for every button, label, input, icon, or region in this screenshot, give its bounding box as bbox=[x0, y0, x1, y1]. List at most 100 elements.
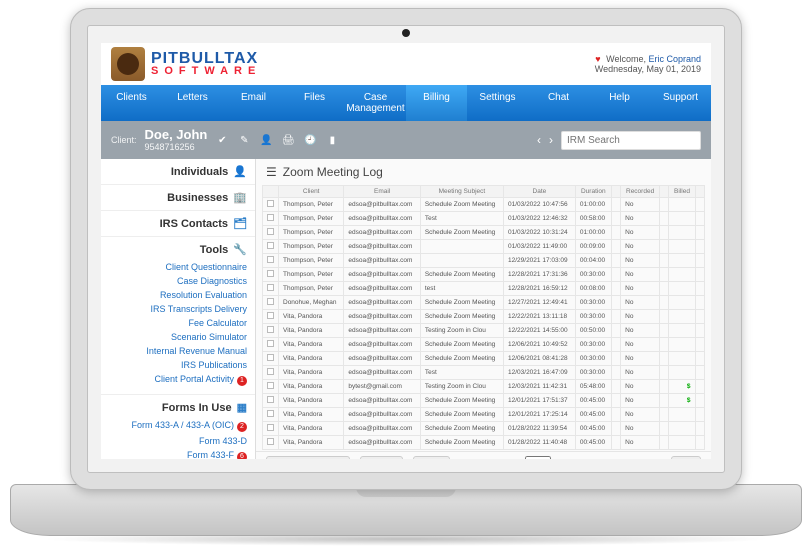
form-form-433-d[interactable]: Form 433-D bbox=[109, 434, 247, 448]
nav-settings[interactable]: Settings bbox=[467, 85, 528, 121]
client-label: Client: bbox=[111, 135, 137, 145]
client-bar: Client: Doe, John 9548716256 ✔ ✎ 👤 🖨 🕘 ▮… bbox=[101, 121, 711, 159]
welcome-block: ♥ Welcome, Eric Coprand Wednesday, May 0… bbox=[595, 54, 701, 74]
sidebar-section-tools[interactable]: Tools 🔧 bbox=[109, 243, 247, 256]
header-date: Wednesday, May 01, 2019 bbox=[595, 64, 701, 74]
pager-size[interactable]: ▾ bbox=[525, 456, 557, 459]
table-row[interactable]: Thompson, Peteredsoa@pitbulltax.comtest1… bbox=[263, 282, 705, 296]
client-number: 9548716256 bbox=[145, 142, 195, 152]
app-header: PITBULLTAX SOFTWARE ♥ Welcome, Eric Copr… bbox=[101, 43, 711, 85]
table-row[interactable]: Vita, Pandoraedsoa@pitbulltax.comSchedul… bbox=[263, 394, 705, 408]
nav-billing[interactable]: Billing bbox=[406, 85, 467, 121]
welcome-username[interactable]: Eric Coprand bbox=[648, 54, 701, 64]
nav-help[interactable]: Help bbox=[589, 85, 650, 121]
nav-support[interactable]: Support bbox=[650, 85, 711, 121]
heart-icon[interactable]: ♥ bbox=[595, 54, 600, 64]
add-meeting-button[interactable]: + Add New Meeting bbox=[266, 456, 350, 459]
tool-irs-publications[interactable]: IRS Publications bbox=[109, 358, 247, 372]
add-person-icon[interactable]: 👤 bbox=[259, 135, 273, 146]
forms-icon: ▦ bbox=[237, 401, 247, 414]
panel-title-row: ☰ Zoom Meeting Log bbox=[256, 159, 711, 185]
forms-label: Forms In Use bbox=[162, 402, 232, 414]
sidebar-section-forms[interactable]: Forms In Use ▦ bbox=[109, 401, 247, 414]
nav-clients[interactable]: Clients bbox=[101, 85, 162, 121]
check-icon[interactable]: ✔ bbox=[215, 135, 229, 146]
edit-icon[interactable]: ✎ bbox=[237, 135, 251, 146]
tools-label: Tools bbox=[200, 244, 229, 256]
col-duration[interactable]: Duration bbox=[575, 186, 611, 198]
prev-client-icon[interactable]: ‹ bbox=[537, 133, 541, 147]
table-row[interactable]: Thompson, Peteredsoa@pitbulltax.com01/03… bbox=[263, 240, 705, 254]
badge: 6 bbox=[237, 452, 247, 459]
tool-client-portal-activity[interactable]: Client Portal Activity1 bbox=[109, 372, 247, 388]
col-blank[interactable] bbox=[660, 186, 669, 198]
col-recorded[interactable]: Recorded bbox=[621, 186, 660, 198]
tool-internal-revenue-manual[interactable]: Internal Revenue Manual bbox=[109, 344, 247, 358]
app-screen: PITBULLTAX SOFTWARE ♥ Welcome, Eric Copr… bbox=[101, 43, 711, 459]
col-meeting-subject[interactable]: Meeting Subject bbox=[420, 186, 503, 198]
table-row[interactable]: Vita, Pandoraedsoa@pitbulltax.comSchedul… bbox=[263, 436, 705, 450]
top-nav: ClientsLettersEmailFilesCase ManagementB… bbox=[101, 85, 711, 121]
next-client-icon[interactable]: › bbox=[549, 133, 553, 147]
table-row[interactable]: Vita, Pandoraedsoa@pitbulltax.comTest12/… bbox=[263, 366, 705, 380]
col-blank[interactable] bbox=[695, 186, 704, 198]
col-billed[interactable]: Billed bbox=[669, 186, 695, 198]
list-icon: ☰ bbox=[266, 165, 277, 179]
brand-logo[interactable]: PITBULLTAX SOFTWARE bbox=[111, 47, 261, 81]
card-icon: 🗂 bbox=[233, 217, 247, 230]
tool-fee-calculator[interactable]: Fee Calculator bbox=[109, 316, 247, 330]
nav-email[interactable]: Email bbox=[223, 85, 284, 121]
table-row[interactable]: Vita, Pandoraedsoa@pitbulltax.comSchedul… bbox=[263, 338, 705, 352]
document-icon[interactable]: ▮ bbox=[325, 135, 339, 146]
badge: 2 bbox=[237, 422, 247, 432]
col-date[interactable]: Date bbox=[504, 186, 576, 198]
brand-subtitle: SOFTWARE bbox=[151, 66, 261, 77]
col-blank[interactable] bbox=[263, 186, 279, 198]
table-row[interactable]: Vita, Pandorabytest@gmail.comTesting Zoo… bbox=[263, 380, 705, 394]
col-blank[interactable] bbox=[611, 186, 620, 198]
nav-letters[interactable]: Letters bbox=[162, 85, 223, 121]
table-row[interactable]: Thompson, Peteredsoa@pitbulltax.comTest0… bbox=[263, 212, 705, 226]
tool-scenario-simulator[interactable]: Scenario Simulator bbox=[109, 330, 247, 344]
brand-title: PITBULLTAX bbox=[151, 52, 261, 66]
logo-icon bbox=[111, 47, 145, 81]
building-icon: 🏢 bbox=[233, 191, 247, 204]
client-name[interactable]: Doe, John bbox=[145, 127, 208, 142]
laptop-bezel: PITBULLTAX SOFTWARE ♥ Welcome, Eric Copr… bbox=[70, 8, 742, 490]
main-panel: ☰ Zoom Meeting Log ClientEmailMeeting Su… bbox=[256, 159, 711, 459]
col-client[interactable]: Client bbox=[279, 186, 344, 198]
export-button[interactable]: Export ▾ bbox=[360, 456, 403, 459]
badge: 1 bbox=[237, 376, 247, 386]
form-form-433-f[interactable]: Form 433-F6 bbox=[109, 448, 247, 459]
wrench-icon: 🔧 bbox=[233, 243, 247, 256]
table-row[interactable]: Thompson, Peteredsoa@pitbulltax.comSched… bbox=[263, 226, 705, 240]
tool-client-questionnaire[interactable]: Client Questionnaire bbox=[109, 260, 247, 274]
table-row[interactable]: Vita, Pandoraedsoa@pitbulltax.comSchedul… bbox=[263, 408, 705, 422]
nav-chat[interactable]: Chat bbox=[528, 85, 589, 121]
nav-case-management[interactable]: Case Management bbox=[345, 85, 406, 121]
table-footer: + Add New Meeting Export ▾ Print ▾ ▾ 1 -… bbox=[256, 451, 711, 459]
table-row[interactable]: Vita, Pandoraedsoa@pitbulltax.comSchedul… bbox=[263, 310, 705, 324]
table-row[interactable]: Vita, Pandoraedsoa@pitbulltax.comTesting… bbox=[263, 324, 705, 338]
tool-irs-transcripts-delivery[interactable]: IRS Transcripts Delivery bbox=[109, 302, 247, 316]
table-row[interactable]: Vita, Pandoraedsoa@pitbulltax.comSchedul… bbox=[263, 422, 705, 436]
tool-resolution-evaluation[interactable]: Resolution Evaluation bbox=[109, 288, 247, 302]
sidebar-section-irs-contacts[interactable]: IRS Contacts 🗂 bbox=[109, 217, 247, 230]
clock-icon[interactable]: 🕘 bbox=[303, 135, 317, 146]
form-form-433-a-433-a-oic-[interactable]: Form 433-A / 433-A (OIC)2 bbox=[109, 418, 247, 434]
table-row[interactable]: Vita, Pandoraedsoa@pitbulltax.comSchedul… bbox=[263, 352, 705, 366]
table-row[interactable]: Thompson, Peteredsoa@pitbulltax.comSched… bbox=[263, 198, 705, 212]
table-row[interactable]: Donohue, Meghanedsoa@pitbulltax.comSched… bbox=[263, 296, 705, 310]
print-button[interactable]: Print ▾ bbox=[413, 456, 450, 459]
find-button[interactable]: Find bbox=[671, 456, 701, 459]
nav-files[interactable]: Files bbox=[284, 85, 345, 121]
sidebar-section-businesses[interactable]: Businesses 🏢 bbox=[109, 191, 247, 204]
irm-search-input[interactable] bbox=[561, 131, 701, 150]
col-email[interactable]: Email bbox=[344, 186, 420, 198]
print-icon[interactable]: 🖨 bbox=[281, 135, 295, 146]
sidebar: Individuals 👤Businesses 🏢IRS Contacts 🗂 … bbox=[101, 159, 256, 459]
table-row[interactable]: Thompson, Peteredsoa@pitbulltax.com12/29… bbox=[263, 254, 705, 268]
table-row[interactable]: Thompson, Peteredsoa@pitbulltax.comSched… bbox=[263, 268, 705, 282]
tool-case-diagnostics[interactable]: Case Diagnostics bbox=[109, 274, 247, 288]
sidebar-section-individuals[interactable]: Individuals 👤 bbox=[109, 165, 247, 178]
